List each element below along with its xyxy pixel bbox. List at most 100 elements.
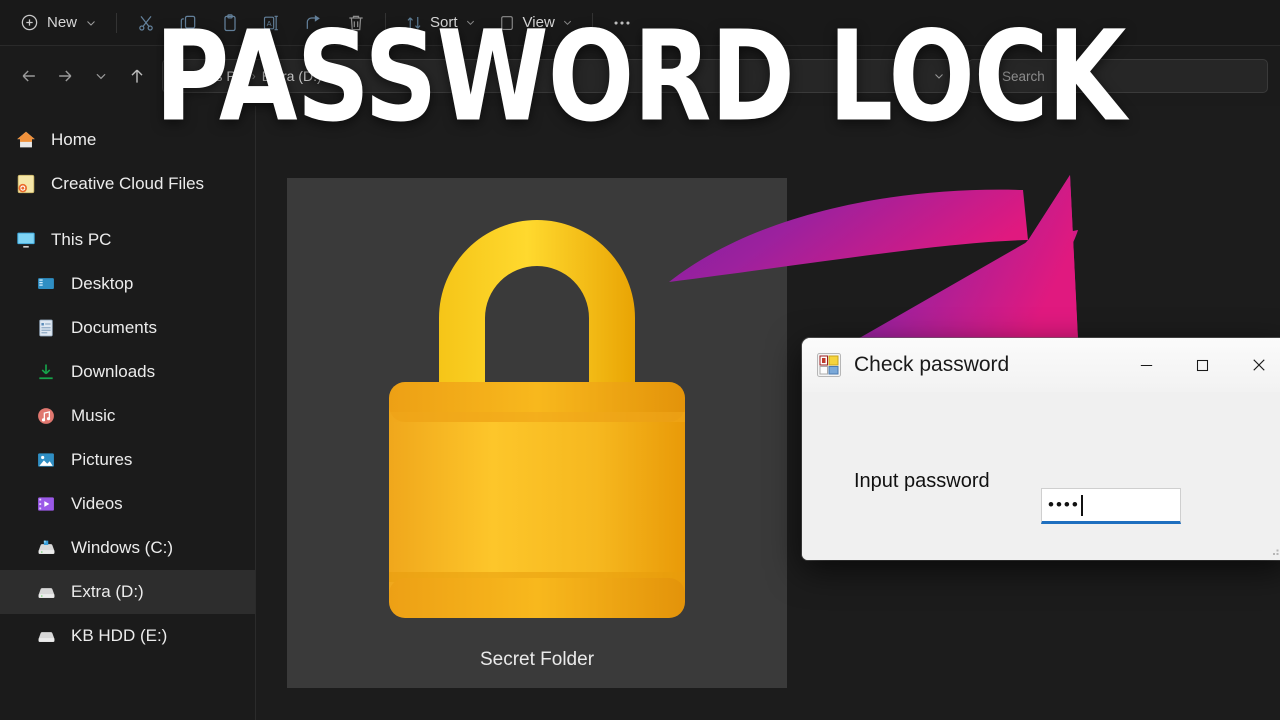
drive-icon <box>34 624 58 648</box>
sidebar-label: Extra (D:) <box>71 582 144 601</box>
share-button[interactable] <box>294 6 334 40</box>
sidebar-label: Windows (C:) <box>71 538 174 557</box>
rename-icon: A <box>262 13 282 33</box>
sidebar-label: Downloads <box>71 362 156 381</box>
breadcrumb-2[interactable]: 10 <box>338 68 354 84</box>
resize-grip-icon[interactable] <box>1271 544 1280 556</box>
file-item-label: Secret Folder <box>479 649 595 670</box>
chevron-down-icon[interactable] <box>85 17 97 29</box>
recent-locations-button[interactable] <box>84 59 118 93</box>
navigation-bar: This PC › Extra (D:) › 10 Search <box>0 46 1280 106</box>
home-icon <box>14 128 38 152</box>
toolbar-divider <box>116 12 118 33</box>
sidebar-item-home[interactable]: Home <box>0 118 255 162</box>
chevron-down-icon[interactable] <box>933 70 945 82</box>
sidebar-item-kb-hdd-e[interactable]: KB HDD (E:) <box>0 614 255 658</box>
toolbar-divider <box>385 12 387 33</box>
forward-button[interactable] <box>48 59 82 93</box>
sidebar-label: Videos <box>71 494 123 513</box>
sidebar-item-windows-c[interactable]: Windows (C:) <box>0 526 255 570</box>
maximize-button[interactable] <box>1174 338 1230 392</box>
new-button-label: New <box>47 14 78 31</box>
breadcrumb-0[interactable]: This PC <box>196 68 246 84</box>
cut-button[interactable] <box>126 6 166 40</box>
music-icon <box>34 404 58 428</box>
share-icon <box>304 13 324 33</box>
delete-button[interactable] <box>336 6 376 40</box>
password-masked-value: •••• <box>1048 494 1080 514</box>
command-bar: New A Sort View <box>0 0 1280 46</box>
windows-forms-app-icon <box>816 352 842 378</box>
sidebar-label: Home <box>51 130 97 149</box>
trash-icon <box>346 13 366 33</box>
chevron-down-icon <box>94 69 108 83</box>
sidebar-label: Desktop <box>71 274 134 293</box>
sidebar-item-music[interactable]: Music <box>0 394 255 438</box>
sidebar-item-this-pc[interactable]: This PC <box>0 218 255 262</box>
drive-icon <box>34 580 58 604</box>
sidebar-label: This PC <box>51 230 112 249</box>
breadcrumb-1[interactable]: Extra (D:) <box>262 68 322 84</box>
sort-arrows-icon <box>405 14 423 32</box>
chevron-down-icon[interactable] <box>562 17 573 28</box>
desktop-icon <box>34 272 58 296</box>
svg-text:A: A <box>267 19 272 28</box>
copy-button[interactable] <box>168 6 208 40</box>
breadcrumb-separator: › <box>327 69 332 83</box>
search-input[interactable]: Search <box>1002 69 1045 84</box>
breadcrumb-separator: › <box>251 69 256 83</box>
arrow-right-icon <box>55 66 75 86</box>
password-input[interactable]: •••• <box>1041 488 1181 524</box>
arrow-up-icon <box>127 66 147 86</box>
minimize-button[interactable] <box>1118 338 1174 392</box>
check-password-dialog[interactable]: Check password Input password •••• Unloc… <box>802 338 1280 560</box>
folder-icon <box>173 68 190 85</box>
sidebar-item-extra-d[interactable]: Extra (D:) <box>0 570 255 614</box>
chevron-down-icon[interactable] <box>465 17 476 28</box>
toolbar-divider <box>591 12 593 33</box>
pictures-icon <box>34 448 58 472</box>
sidebar-item-creative-cloud-files[interactable]: Creative Cloud Files <box>0 162 255 206</box>
view-label: View <box>522 14 555 31</box>
view-button[interactable]: View <box>488 8 583 38</box>
paste-button[interactable] <box>210 6 250 40</box>
downloads-icon <box>34 360 58 384</box>
back-button[interactable] <box>12 59 46 93</box>
rename-button[interactable]: A <box>252 6 292 40</box>
creative-cloud-icon <box>14 172 38 196</box>
close-button[interactable] <box>1230 338 1280 392</box>
sidebar-label: Documents <box>71 318 157 337</box>
more-options-button[interactable] <box>602 6 642 40</box>
new-button[interactable]: New <box>10 7 107 38</box>
dialog-title: Check password <box>854 353 1010 376</box>
dialog-title-bar[interactable]: Check password <box>802 338 1280 392</box>
search-icon <box>979 69 994 84</box>
clipboard-icon <box>220 13 240 33</box>
sidebar-label: Pictures <box>71 450 133 469</box>
this-pc-icon <box>14 228 38 252</box>
sidebar-label: Creative Cloud Files <box>51 174 205 193</box>
sort-button[interactable]: Sort <box>395 8 486 38</box>
password-label: Input password <box>854 470 990 492</box>
copy-icon <box>178 13 198 33</box>
sidebar-item-documents[interactable]: Documents <box>0 306 255 350</box>
view-icon <box>498 14 516 32</box>
dialog-body: Input password •••• Unlock Cancel <box>802 392 1280 560</box>
plus-circle-icon <box>20 13 39 32</box>
documents-icon <box>34 316 58 340</box>
sidebar-label: KB HDD (E:) <box>71 626 168 645</box>
sidebar-item-videos[interactable]: Videos <box>0 482 255 526</box>
sidebar-label: Music <box>71 406 116 425</box>
address-bar[interactable]: This PC › Extra (D:) › 10 <box>162 59 956 93</box>
scissors-icon <box>136 13 156 33</box>
sidebar-item-downloads[interactable]: Downloads <box>0 350 255 394</box>
ellipsis-icon <box>611 12 633 34</box>
videos-icon <box>34 492 58 516</box>
sidebar-item-pictures[interactable]: Pictures <box>0 438 255 482</box>
search-box[interactable]: Search <box>968 59 1268 93</box>
sidebar-item-desktop[interactable]: Desktop <box>0 262 255 306</box>
sort-label: Sort <box>430 14 458 31</box>
up-button[interactable] <box>120 59 154 93</box>
arrow-left-icon <box>19 66 39 86</box>
